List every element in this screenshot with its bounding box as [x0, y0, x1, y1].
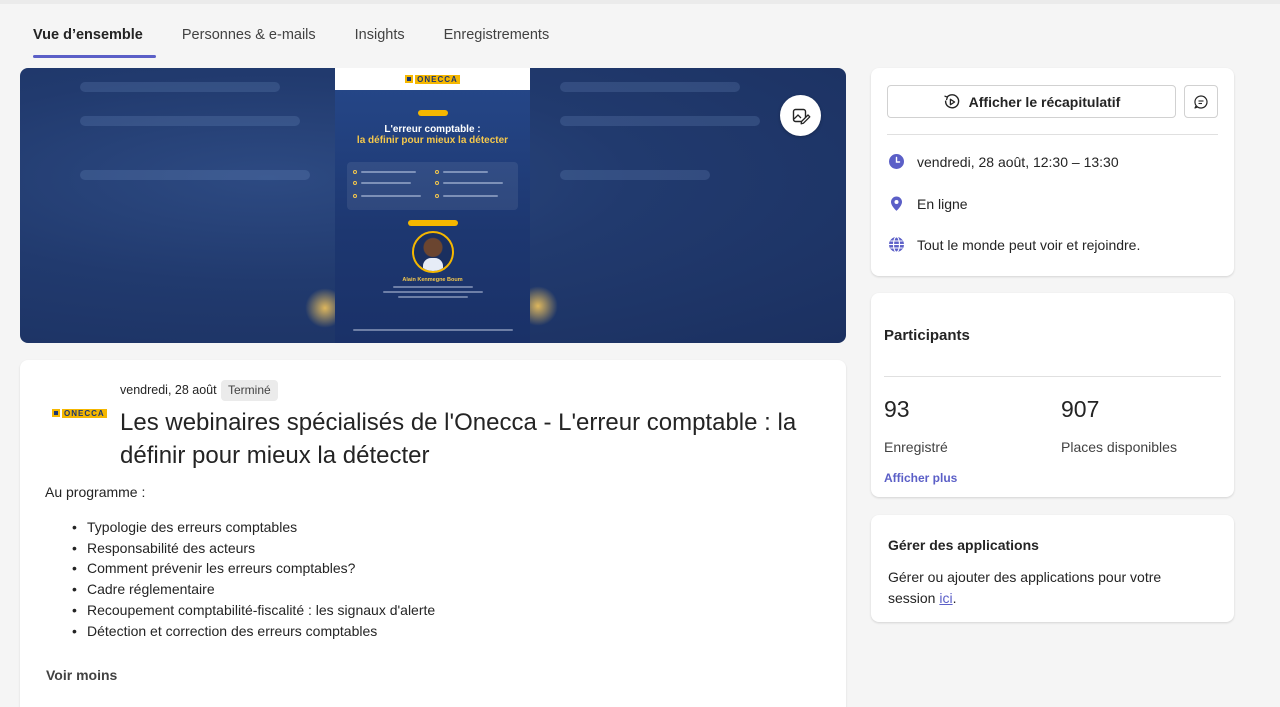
show-recap-button[interactable]: Afficher le récapitulatif	[887, 85, 1176, 118]
banner-blur-row	[560, 170, 710, 180]
poster-line	[361, 171, 416, 173]
manage-apps-link[interactable]: ici	[939, 590, 952, 606]
program-item: Recoupement comptabilité-fiscalité : les…	[72, 600, 435, 621]
participants-title: Participants	[884, 327, 970, 344]
chat-button[interactable]	[1184, 85, 1218, 118]
event-title: Les webinaires spécialisés de l'Onecca -…	[120, 409, 797, 469]
speaker-avatar	[411, 231, 454, 273]
visibility-row: Tout le monde peut voir et rejoindre.	[888, 236, 1140, 253]
tab-people-emails[interactable]: Personnes & e-mails	[169, 18, 329, 58]
manage-apps-card: Gérer des applications Gérer ou ajouter …	[871, 515, 1234, 622]
poster-title-line2: la définir pour mieux la détecter	[356, 135, 509, 146]
poster-header: ONECCA	[335, 68, 530, 90]
logo-text: ONECCA	[415, 74, 460, 84]
edit-image-icon	[792, 108, 810, 124]
poster-line	[397, 296, 468, 298]
logo-mark-icon	[405, 75, 414, 83]
location-row: En ligne	[888, 195, 968, 212]
onecca-logo: ONECCA	[405, 74, 460, 84]
poster-line	[443, 182, 503, 184]
location-text: En ligne	[917, 195, 968, 212]
edit-banner-button[interactable]	[780, 95, 821, 136]
recap-play-icon	[943, 93, 959, 108]
program-label: Au programme :	[45, 484, 146, 500]
participants-card: Participants 93 Enregistré 907 Places di…	[871, 293, 1234, 497]
event-poster: ONECCA L'erreur comptable : la définir p…	[335, 68, 530, 343]
poster-line	[361, 182, 411, 184]
banner-blur-row	[560, 116, 760, 126]
poster-bullet	[435, 194, 439, 198]
available-count: 907	[1061, 396, 1100, 422]
poster-line	[443, 171, 488, 173]
logo-text: ONECCA	[62, 408, 107, 418]
poster-line	[352, 329, 513, 331]
poster-program-box	[347, 162, 518, 210]
tab-bar: Vue d’ensemble Personnes & e-mails Insig…	[20, 18, 575, 58]
program-list: Typologie des erreurs comptables Respons…	[72, 517, 435, 642]
registered-count: 93	[884, 396, 910, 422]
tab-recordings[interactable]: Enregistrements	[431, 18, 563, 58]
program-item: Responsabilité des acteurs	[72, 538, 435, 559]
event-banner: ONECCA L'erreur comptable : la définir p…	[20, 68, 846, 343]
banner-blur-row	[80, 82, 280, 92]
manage-apps-title: Gérer des applications	[888, 537, 1039, 553]
poster-pill	[417, 110, 448, 116]
visibility-text: Tout le monde peut voir et rejoindre.	[917, 236, 1141, 253]
see-more-link[interactable]: Afficher plus	[884, 471, 957, 485]
logo-mark-icon	[52, 409, 60, 417]
poster-bullet	[353, 194, 357, 198]
show-recap-label: Afficher le récapitulatif	[968, 93, 1121, 110]
poster-bullet	[353, 170, 357, 174]
schedule-row: vendredi, 28 août, 12:30 – 13:30	[888, 153, 1119, 170]
poster-subtitle	[349, 151, 516, 156]
schedule-text: vendredi, 28 août, 12:30 – 13:30	[917, 153, 1119, 170]
banner-blur-row	[560, 82, 740, 92]
poster-speaker-pill	[407, 220, 458, 226]
manage-apps-description: Gérer ou ajouter des applications pour v…	[888, 569, 1162, 606]
available-label: Places disponibles	[1061, 439, 1177, 455]
globe-icon	[888, 236, 905, 253]
program-item: Cadre réglementaire	[72, 579, 435, 600]
poster-kicker	[335, 100, 530, 105]
poster-line	[443, 195, 498, 197]
registered-label: Enregistré	[884, 439, 948, 455]
location-pin-icon	[888, 195, 905, 212]
organizer-logo: ONECCA	[52, 404, 107, 422]
manage-apps-text: Gérer ou ajouter des applications pour v…	[888, 567, 1208, 609]
clock-icon	[888, 153, 905, 170]
divider	[884, 376, 1221, 377]
tab-insights[interactable]: Insights	[342, 18, 418, 58]
chat-icon	[1194, 94, 1208, 109]
manage-apps-suffix: .	[952, 590, 957, 606]
poster-line	[361, 195, 421, 197]
poster-bullet	[435, 170, 439, 174]
poster-title-line1: L'erreur comptable :	[384, 124, 481, 135]
poster-line	[382, 291, 483, 293]
poster-bullet	[353, 181, 357, 185]
program-item: Comment prévenir les erreurs comptables?	[72, 558, 435, 579]
divider	[887, 134, 1218, 135]
status-badge: Terminé	[221, 380, 278, 401]
event-info-card: Afficher le récapitulatif vendredi, 28 a…	[871, 68, 1234, 276]
poster-footer	[335, 329, 530, 335]
see-less-link[interactable]: Voir moins	[46, 667, 117, 683]
top-border	[0, 0, 1280, 4]
banner-blur-row	[80, 170, 310, 180]
program-item: Typologie des erreurs comptables	[72, 517, 435, 538]
tab-overview[interactable]: Vue d’ensemble	[20, 18, 156, 58]
banner-blur-row	[80, 116, 300, 126]
poster-line	[392, 286, 473, 288]
poster-speaker-name: Alain Kenmegne Boum	[402, 277, 463, 283]
poster-bullet	[435, 181, 439, 185]
event-details-card: ONECCA vendredi, 28 août Terminé Les web…	[20, 360, 846, 707]
program-item: Détection et correction des erreurs comp…	[72, 621, 435, 642]
onecca-logo: ONECCA	[52, 408, 107, 418]
event-date: vendredi, 28 août	[120, 383, 217, 397]
